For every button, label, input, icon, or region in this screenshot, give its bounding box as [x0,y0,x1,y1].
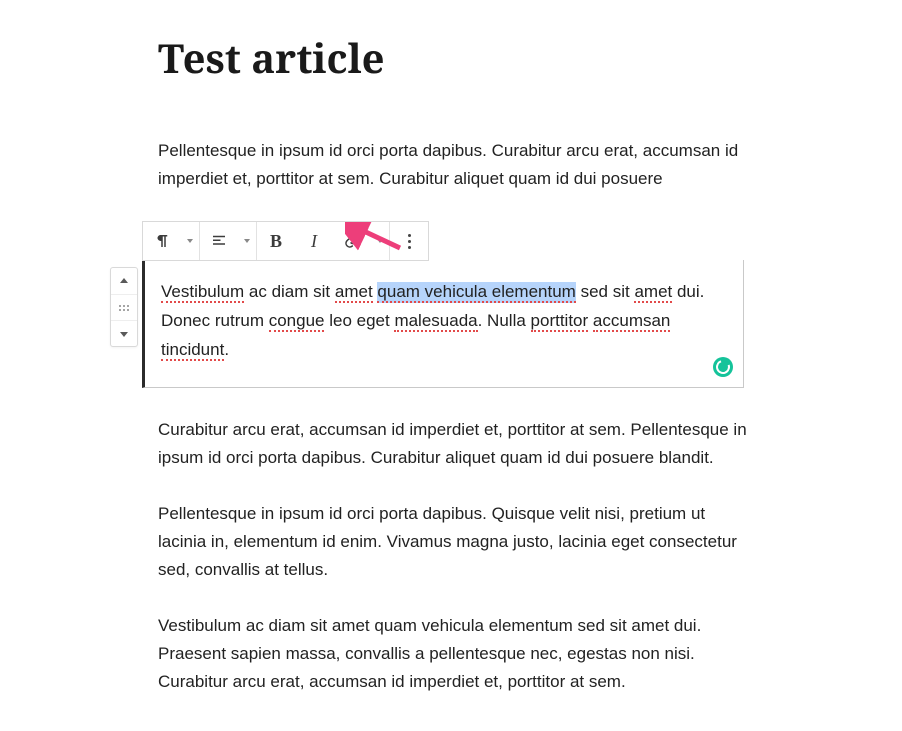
bold-button[interactable]: B [257,222,295,260]
spellcheck-word[interactable]: tincidunt [161,340,224,361]
drag-icon [119,305,129,311]
paragraph-editable[interactable]: Vestibulum ac diam sit amet quam vehicul… [142,260,744,388]
selected-text[interactable]: quam vehicula elementum [377,282,575,303]
more-options-button[interactable] [390,222,428,260]
kebab-icon [408,234,411,249]
spellcheck-word[interactable]: congue [269,311,325,332]
bold-icon: B [270,231,282,252]
pilcrow-icon [153,232,171,250]
spellcheck-word[interactable]: accumsan [593,311,670,332]
spellcheck-word[interactable]: amet [634,282,672,303]
spellcheck-word[interactable]: Vestibulum [161,282,244,303]
chevron-down-icon [244,239,250,243]
format-dropdown[interactable] [371,222,389,260]
align-dropdown[interactable] [238,222,256,260]
paragraph-block[interactable]: Curabitur arcu erat, accumsan id imperdi… [158,416,748,472]
paragraph-block[interactable]: Pellentesque in ipsum id orci porta dapi… [158,500,748,584]
chevron-down-icon [187,239,193,243]
block-type-dropdown[interactable] [181,222,199,260]
italic-icon: I [311,231,317,252]
spellcheck-word[interactable]: malesuada [394,311,477,332]
link-icon [343,232,361,250]
spellcheck-word[interactable]: porttitor [531,311,589,332]
paragraph-block[interactable]: Vestibulum ac diam sit amet quam vehicul… [158,612,748,696]
page-title[interactable]: Test article [158,30,750,85]
align-button[interactable] [200,222,238,260]
block-type-button[interactable] [143,222,181,260]
block-mover [110,267,138,347]
grammarly-icon[interactable] [713,357,733,377]
italic-button[interactable]: I [295,222,333,260]
move-down-button[interactable] [111,320,137,346]
spellcheck-word[interactable]: amet [335,282,373,303]
chevron-down-icon [377,239,383,243]
selected-block: B I Vestibulum ac diam sit amet quam veh… [142,221,750,388]
paragraph-block[interactable]: Pellentesque in ipsum id orci porta dapi… [158,137,748,193]
link-button[interactable] [333,222,371,260]
move-up-button[interactable] [111,268,137,294]
block-toolbar: B I [142,221,429,261]
align-left-icon [210,232,228,250]
drag-handle[interactable] [111,294,137,320]
